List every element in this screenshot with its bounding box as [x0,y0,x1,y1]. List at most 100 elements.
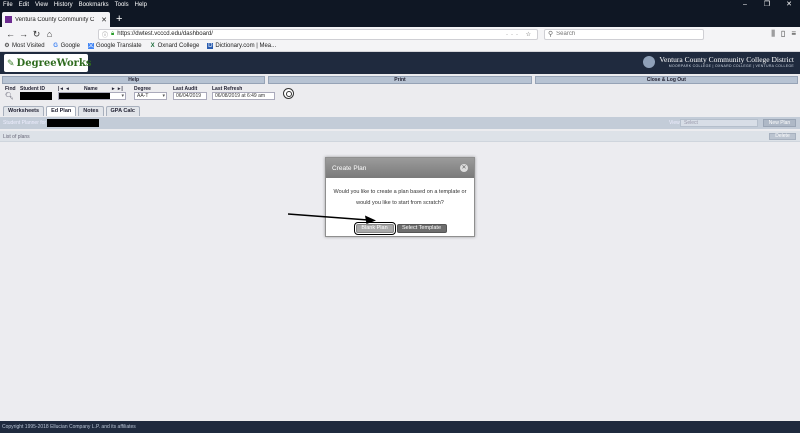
dictionary-icon: D [207,43,214,49]
translate-icon: 文 [87,43,94,49]
bookmark-dictionary[interactable]: D Dictionary.com | Mea... [207,43,276,49]
minimize-icon[interactable]: – [734,0,756,10]
bookmark-label: Google [60,43,80,49]
tab-close-icon[interactable]: ✕ [101,16,107,24]
favicon-icon [5,16,12,23]
bookmarks-bar: ⚙ Most Visited G Google 文 Google Translate … [0,41,800,52]
find-search-icon[interactable]: 🔍︎ [5,92,14,100]
dialog-close-icon[interactable]: ✕ [460,164,468,172]
tab-strip: Ventura County Community C ✕ + [0,10,800,27]
bookmark-label: Dictionary.com | Mea... [215,43,277,49]
url-text[interactable]: https://dwtest.vcccd.edu/dashboard/ [117,31,506,37]
gear-icon: ⚙ [4,43,10,49]
menu-tools[interactable]: Tools [112,0,132,10]
bookmark-label: Most Visited [12,43,45,49]
view-select[interactable]: Select [680,119,758,127]
close-window-icon[interactable]: ✕ [778,0,800,10]
oxnard-icon: X [150,43,155,49]
district-name: Ventura County Community College Distric… [659,55,794,64]
dialog-message: Would you like to create a plan based on… [326,178,474,209]
close-logout-button[interactable]: Close & Log Out [534,76,798,84]
chevron-down-icon: ▾ [121,93,124,99]
forward-icon[interactable]: → [17,29,30,39]
google-icon: G [53,43,58,49]
search-box[interactable]: ⚲ [544,28,704,40]
bookmark-oxnard-college[interactable]: X Oxnard College [150,43,200,49]
logo-text: DegreeWorks [16,57,92,69]
back-icon[interactable]: ← [4,29,17,39]
last-refresh-value: 06/08/2019 at 6:49 am [212,92,275,100]
degreeworks-header: ✎ DegreeWorks Ventura County Community C… [0,52,800,74]
browser-tab[interactable]: Ventura County Community C ✕ [2,12,110,27]
menu-bookmarks[interactable]: Bookmarks [76,0,112,10]
district-seal-icon [643,55,656,68]
copyright-footer: Copyright 1995-2018 Ellucian Company L.P… [0,421,800,433]
info-icon[interactable]: ⓘ [102,30,108,39]
name-redacted [59,93,110,99]
menu-hamburger-icon[interactable]: ≡ [791,29,796,39]
print-button[interactable]: Print [268,76,532,84]
window-controls: – ❐ ✕ [734,0,800,10]
menu-file[interactable]: File [0,0,16,10]
menu-view[interactable]: View [32,0,51,10]
reload-icon[interactable]: ↻ [30,29,43,40]
degreeworks-logo: ✎ DegreeWorks [4,54,91,72]
bookmark-most-visited[interactable]: ⚙ Most Visited [4,43,45,49]
search-input[interactable] [556,31,697,37]
student-id-redacted[interactable] [20,92,52,100]
pointer-arrow-icon [288,213,376,224]
top-navigation: Help Print Close & Log Out [0,76,800,84]
chevron-down-icon: ▾ [162,93,165,99]
dialog-message-line2: would you like to start from scratch? [356,200,444,206]
dialog-title: Create Plan [332,164,367,172]
library-icon[interactable]: ⫼ [771,29,775,39]
refresh-icon[interactable] [283,88,294,99]
plans-list-header: List of plans Delete [0,131,800,142]
sidebar-icon[interactable]: ▯ [781,29,785,39]
navigation-bar: ← → ↻ ⌂ ⓘ 🔒︎ https://dwtest.vcccd.edu/da… [0,27,800,41]
bookmark-label: Google Translate [95,43,142,49]
dialog-message-line1: Would you like to create a plan based on… [333,189,467,195]
menu-history[interactable]: History [51,0,76,10]
planner-label: Student Planner for [3,120,47,126]
help-button[interactable]: Help [2,76,266,84]
view-label: View [669,120,680,126]
delete-button[interactable]: Delete [769,133,796,140]
restore-icon[interactable]: ❐ [756,0,778,10]
tab-gpa-calc[interactable]: GPA Calc [105,106,140,116]
url-bar[interactable]: ⓘ 🔒︎ https://dwtest.vcccd.edu/dashboard/… [98,28,538,40]
bookmark-label: Oxnard College [157,43,200,49]
home-icon[interactable]: ⌂ [43,29,56,39]
dialog-header: Create Plan ✕ [326,158,474,178]
dialog-buttons: Blank Plan Select Template [326,222,476,235]
bookmark-google-translate[interactable]: 文 Google Translate [87,43,142,49]
create-plan-dialog: Create Plan ✕ Would you like to create a… [325,157,475,237]
toolbar-right: ⫼ ▯ ≡ [771,29,796,39]
tab-notes[interactable]: Notes [78,106,104,116]
tab-title: Ventura County Community C [15,16,95,23]
search-icon: ⚲ [548,31,554,38]
blank-plan-button[interactable]: Blank Plan [353,222,396,235]
pencil-icon: ✎ [7,57,15,68]
new-plan-button[interactable]: New Plan [763,119,796,127]
bookmark-google[interactable]: G Google [53,43,80,49]
select-template-button[interactable]: Select Template [396,224,447,233]
degree-value: AA-T [137,93,149,99]
new-tab-icon[interactable]: + [116,12,122,27]
student-selector: Find 🔍︎ Student ID |◂ ◂ Name ▸ ▸| ▾ Degr… [0,85,800,103]
tab-ed-plan[interactable]: Ed Plan [46,106,77,116]
planner-toolbar: Student Planner for View Select New Plan [0,117,800,129]
last-audit-value: 06/04/2019 [173,92,207,100]
menu-help[interactable]: Help [132,0,150,10]
browser-menubar: File Edit View History Bookmarks Tools H… [0,0,800,10]
tab-worksheets[interactable]: Worksheets [3,106,45,116]
list-of-plans-label: List of plans [3,134,30,140]
menu-edit[interactable]: Edit [16,0,32,10]
student-name-redacted [47,119,99,127]
dashboard-tabs: Worksheets Ed Plan Notes GPA Calc [3,106,140,116]
lock-icon[interactable]: 🔒︎ [111,31,114,38]
degree-select[interactable]: AA-T ▾ [134,92,167,100]
district-logo: Ventura County Community College Distric… [643,55,794,68]
district-colleges: MOORPARK COLLEGE | OXNARD COLLEGE | VENT… [668,64,794,68]
page-actions-icon[interactable]: ··· ☆ [506,31,534,38]
